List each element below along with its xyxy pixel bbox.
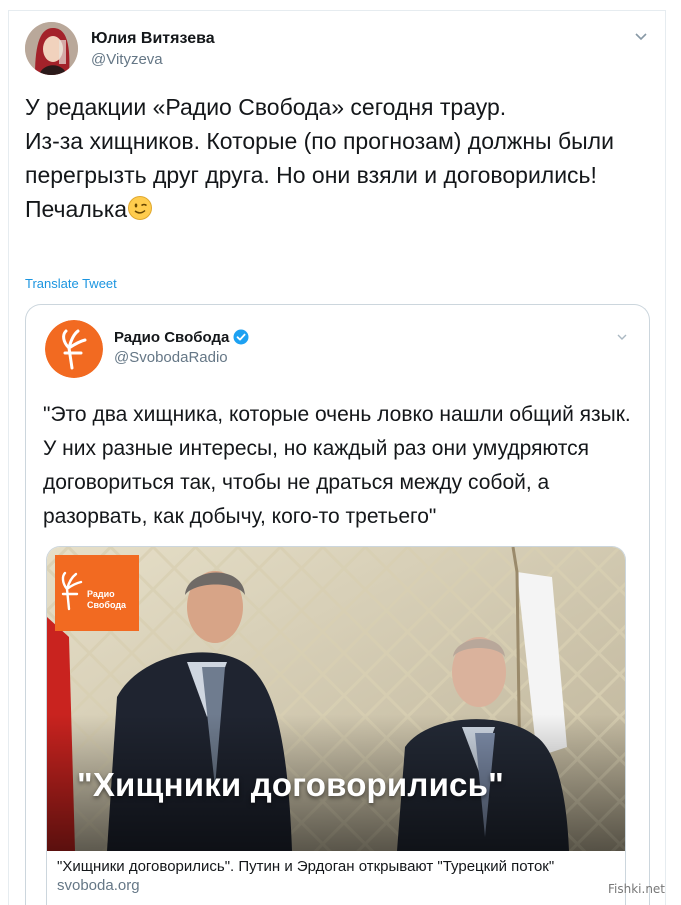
author-avatar[interactable]	[25, 22, 78, 75]
quoted-tweet[interactable]: Радио Свобода @SvobodaRadio "Это два хищ…	[25, 304, 650, 905]
chevron-down-icon[interactable]	[630, 28, 652, 46]
card-domain[interactable]: svoboda.org	[57, 877, 140, 894]
card-caption[interactable]: "Хищники договорились". Путин и Эрдоган …	[57, 857, 622, 876]
watermark: Fishki.net	[608, 882, 666, 896]
quoted-author-name[interactable]: Радио Свобода	[114, 329, 249, 346]
verified-badge-icon	[233, 329, 249, 345]
author-handle[interactable]: @Vityzeva	[91, 51, 163, 68]
quoted-chevron-down-icon[interactable]	[614, 330, 630, 344]
tweet-text-body: У редакции «Радио Свобода» сегодня траур…	[25, 94, 614, 222]
author-name[interactable]: Юлия Витязева	[91, 30, 215, 48]
winking-face-icon	[128, 196, 153, 220]
card-logo-text: Радио Свобода	[87, 589, 127, 610]
card-image-headline: "Хищники договорились"	[77, 766, 504, 803]
quoted-author-name-text[interactable]: Радио Свобода	[114, 329, 229, 346]
quoted-tweet-text: "Это два хищника, которые очень ловко на…	[43, 403, 631, 528]
translate-tweet-link[interactable]: Translate Tweet	[25, 276, 117, 291]
link-card[interactable]: Радио Свобода "Хищники договорились" "Хи…	[46, 546, 626, 905]
quoted-author-handle[interactable]: @SvobodaRadio	[114, 349, 228, 366]
tweet-text: У редакции «Радио Свобода» сегодня траур…	[25, 90, 645, 226]
card-image	[47, 547, 625, 851]
quoted-author-avatar[interactable]	[45, 320, 103, 378]
